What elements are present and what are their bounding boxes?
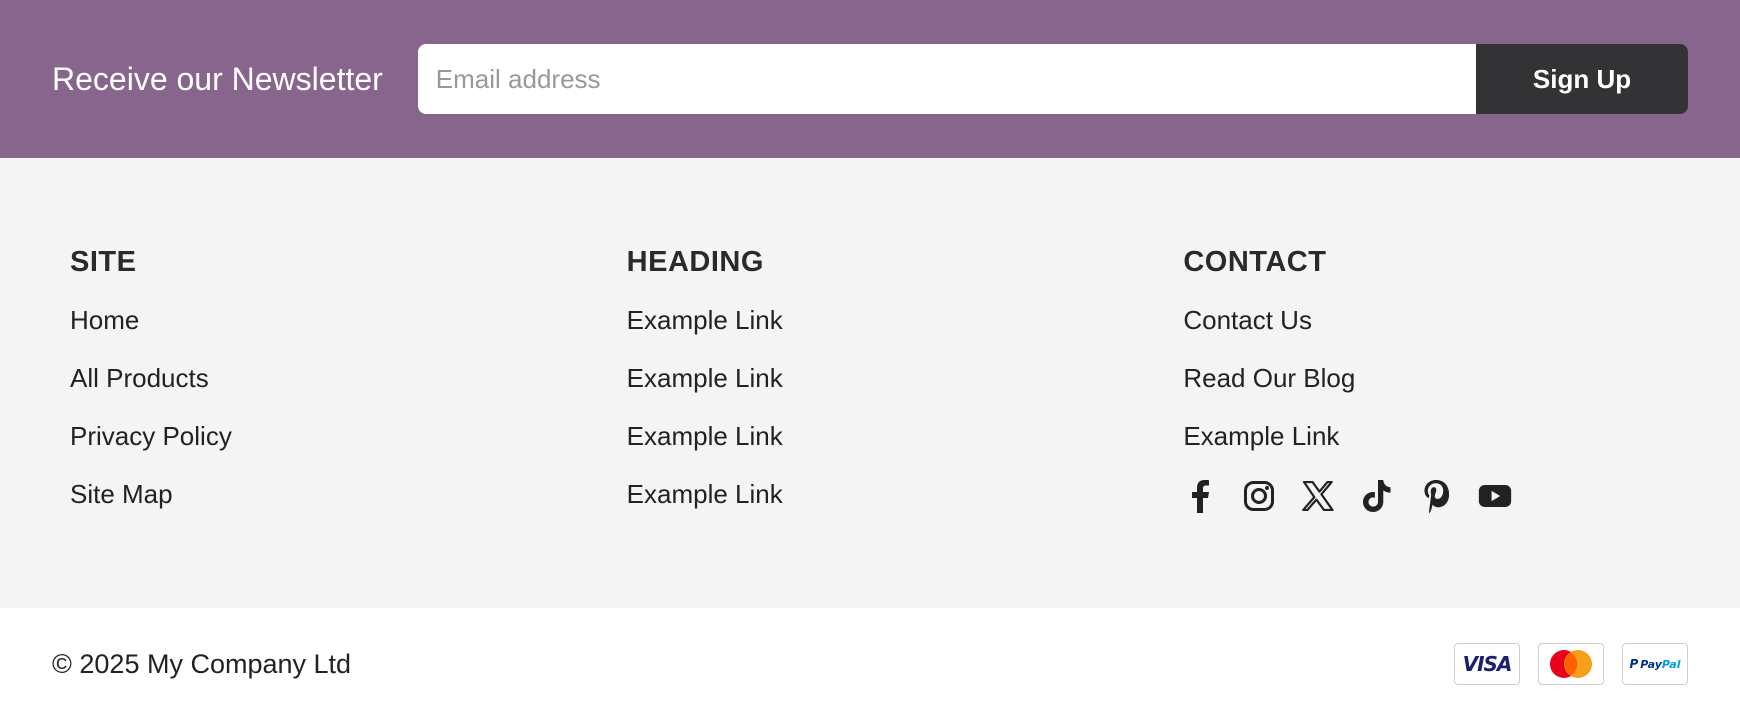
footer-link-example[interactable]: Example Link [1183, 421, 1339, 451]
footer-link-example-1[interactable]: Example Link [627, 305, 783, 335]
visa-icon: VISA [1454, 643, 1520, 685]
youtube-icon[interactable] [1478, 479, 1512, 513]
footer-link-example-2[interactable]: Example Link [627, 363, 783, 393]
copyright-text: © 2025 My Company Ltd [52, 648, 352, 679]
column-heading: CONTACT [1183, 246, 1327, 278]
footer-link-site-map[interactable]: Site Map [70, 479, 173, 509]
tiktok-icon[interactable] [1360, 479, 1394, 513]
footer-column-heading: HEADING Example Link Example Link Exampl… [627, 246, 1184, 608]
footer-link-all-products[interactable]: All Products [70, 363, 209, 393]
facebook-icon[interactable] [1183, 479, 1217, 513]
visa-label: VISA [1462, 652, 1513, 676]
link-list: Example Link Example Link Example Link E… [627, 303, 1184, 535]
newsletter-bar: Receive our Newsletter Sign Up [0, 0, 1740, 158]
email-input[interactable] [417, 44, 1476, 114]
footer-column-contact: CONTACT Contact Us Read Our Blog Example… [1183, 246, 1740, 608]
paypal-icon: P PayPal [1622, 643, 1688, 685]
social-links [1183, 473, 1740, 519]
footer-link-contact-us[interactable]: Contact Us [1183, 305, 1312, 335]
link-list: Contact Us Read Our Blog Example Link [1183, 303, 1740, 477]
footer-links: SITE Home All Products Privacy Policy Si… [0, 158, 1740, 608]
footer-link-read-our-blog[interactable]: Read Our Blog [1183, 363, 1355, 393]
column-heading: HEADING [626, 246, 764, 278]
sign-up-button[interactable]: Sign Up [1476, 44, 1688, 114]
instagram-icon[interactable] [1242, 479, 1276, 513]
newsletter-form: Sign Up [417, 44, 1688, 114]
paypal-label: P PayPal [1629, 657, 1681, 671]
pinterest-icon[interactable] [1419, 479, 1453, 513]
footer-link-example-4[interactable]: Example Link [627, 479, 783, 509]
footer-link-home[interactable]: Home [70, 305, 139, 335]
x-icon[interactable] [1301, 479, 1335, 513]
footer-link-example-3[interactable]: Example Link [627, 421, 783, 451]
link-list: Home All Products Privacy Policy Site Ma… [70, 303, 627, 535]
mastercard-icon [1538, 643, 1604, 685]
column-heading: SITE [70, 246, 137, 278]
payment-methods: VISA P PayPal [1454, 643, 1688, 685]
bottom-bar: © 2025 My Company Ltd VISA P PayPal [0, 608, 1740, 720]
footer-column-site: SITE Home All Products Privacy Policy Si… [70, 246, 627, 608]
footer-link-privacy-policy[interactable]: Privacy Policy [70, 421, 232, 451]
newsletter-title: Receive our Newsletter [52, 60, 383, 97]
